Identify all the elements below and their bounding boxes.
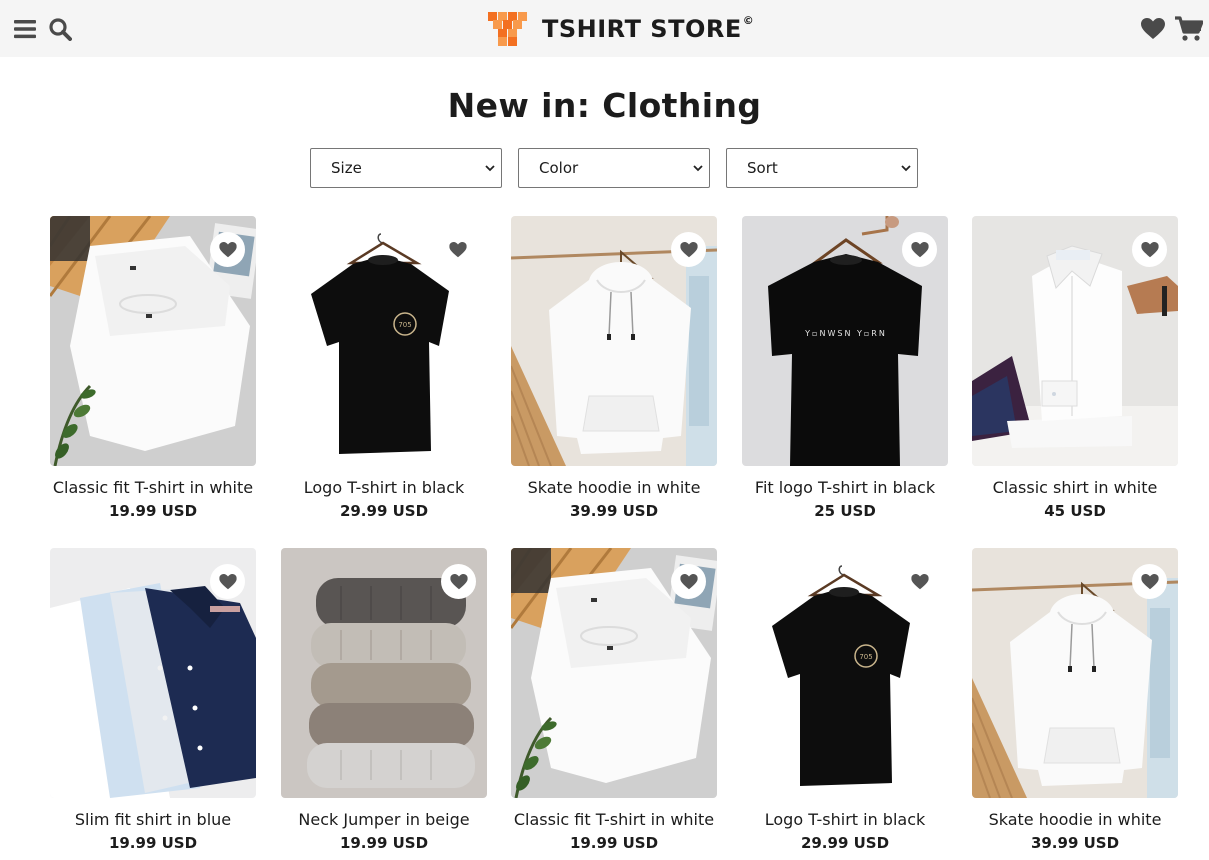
favorite-heart-icon[interactable] xyxy=(441,564,476,599)
product-price: 25 USD xyxy=(814,502,876,520)
wishlist-heart-icon[interactable] xyxy=(1138,14,1168,44)
product-name[interactable]: Logo T-shirt in black xyxy=(281,478,487,497)
product-image[interactable] xyxy=(281,216,487,466)
product-image[interactable] xyxy=(50,216,256,466)
brand-mark: © xyxy=(742,14,755,27)
favorite-heart-icon[interactable] xyxy=(671,564,706,599)
product-card[interactable]: Logo T-shirt in black 29.99 USD xyxy=(281,216,487,520)
favorite-heart-icon[interactable] xyxy=(671,232,706,267)
product-price: 29.99 USD xyxy=(800,834,890,852)
store-logo[interactable]: TSHIRT STORE© xyxy=(488,12,754,46)
search-icon[interactable] xyxy=(45,14,75,44)
product-image[interactable] xyxy=(742,216,948,466)
product-name[interactable]: Neck Jumper in beige xyxy=(281,810,487,829)
product-price: 19.99 USD xyxy=(108,502,198,520)
brand-name: TSHIRT STORE© xyxy=(542,14,755,43)
sort-select[interactable]: Sort xyxy=(726,148,918,188)
product-price: 45 USD xyxy=(1044,502,1106,520)
product-card[interactable]: Classic fit T-shirt in white 19.99 USD xyxy=(50,216,256,520)
product-price: 19.99 USD xyxy=(569,834,659,852)
product-name[interactable]: Classic fit T-shirt in white xyxy=(511,810,717,829)
product-name[interactable]: Classic fit T-shirt in white xyxy=(50,478,256,497)
product-image[interactable] xyxy=(511,548,717,798)
product-card[interactable]: Skate hoodie in white 39.99 USD xyxy=(972,548,1178,852)
product-image[interactable] xyxy=(742,548,948,798)
product-name[interactable]: Slim fit shirt in blue xyxy=(50,810,256,829)
product-card[interactable]: Slim fit shirt in blue 19.99 USD xyxy=(50,548,256,852)
favorite-heart-icon[interactable] xyxy=(210,232,245,267)
size-filter-label: Size xyxy=(331,159,362,177)
product-price: 19.99 USD xyxy=(339,834,429,852)
product-name[interactable]: Classic shirt in white xyxy=(972,478,1178,497)
product-name[interactable]: Logo T-shirt in black xyxy=(742,810,948,829)
chevron-down-icon xyxy=(901,165,911,172)
product-image[interactable] xyxy=(50,548,256,798)
product-card[interactable]: Classic fit T-shirt in white 19.99 USD xyxy=(511,548,717,852)
logo-icon xyxy=(488,12,527,46)
product-card[interactable]: Neck Jumper in beige 19.99 USD xyxy=(281,548,487,852)
size-filter-select[interactable]: Size xyxy=(310,148,502,188)
top-navigation-bar: TSHIRT STORE© xyxy=(0,0,1209,57)
favorite-heart-icon[interactable] xyxy=(902,564,937,599)
color-filter-label: Color xyxy=(539,159,579,177)
sort-label: Sort xyxy=(747,159,778,177)
product-name[interactable]: Skate hoodie in white xyxy=(511,478,717,497)
menu-icon[interactable] xyxy=(10,14,40,44)
product-image[interactable] xyxy=(281,548,487,798)
favorite-heart-icon[interactable] xyxy=(902,232,937,267)
product-card[interactable]: Logo T-shirt in black 29.99 USD xyxy=(742,548,948,852)
product-image[interactable] xyxy=(972,548,1178,798)
product-price: 39.99 USD xyxy=(1030,834,1120,852)
product-price: 29.99 USD xyxy=(339,502,429,520)
favorite-heart-icon[interactable] xyxy=(1132,232,1167,267)
favorite-heart-icon[interactable] xyxy=(1132,564,1167,599)
product-price: 19.99 USD xyxy=(108,834,198,852)
chevron-down-icon xyxy=(693,165,703,172)
product-price: 39.99 USD xyxy=(569,502,659,520)
page-title: New in: Clothing xyxy=(447,86,762,125)
cart-icon[interactable] xyxy=(1174,14,1204,44)
product-card[interactable]: Fit logo T-shirt in black 25 USD xyxy=(742,216,948,520)
product-image[interactable] xyxy=(511,216,717,466)
product-name[interactable]: Fit logo T-shirt in black xyxy=(742,478,948,497)
favorite-heart-icon[interactable] xyxy=(210,564,245,599)
favorite-heart-icon[interactable] xyxy=(440,232,475,267)
color-filter-select[interactable]: Color xyxy=(518,148,710,188)
product-card[interactable]: Skate hoodie in white 39.99 USD xyxy=(511,216,717,520)
product-card[interactable]: Classic shirt in white 45 USD xyxy=(972,216,1178,520)
chevron-down-icon xyxy=(485,165,495,172)
product-name[interactable]: Skate hoodie in white xyxy=(972,810,1178,829)
product-image[interactable] xyxy=(972,216,1178,466)
